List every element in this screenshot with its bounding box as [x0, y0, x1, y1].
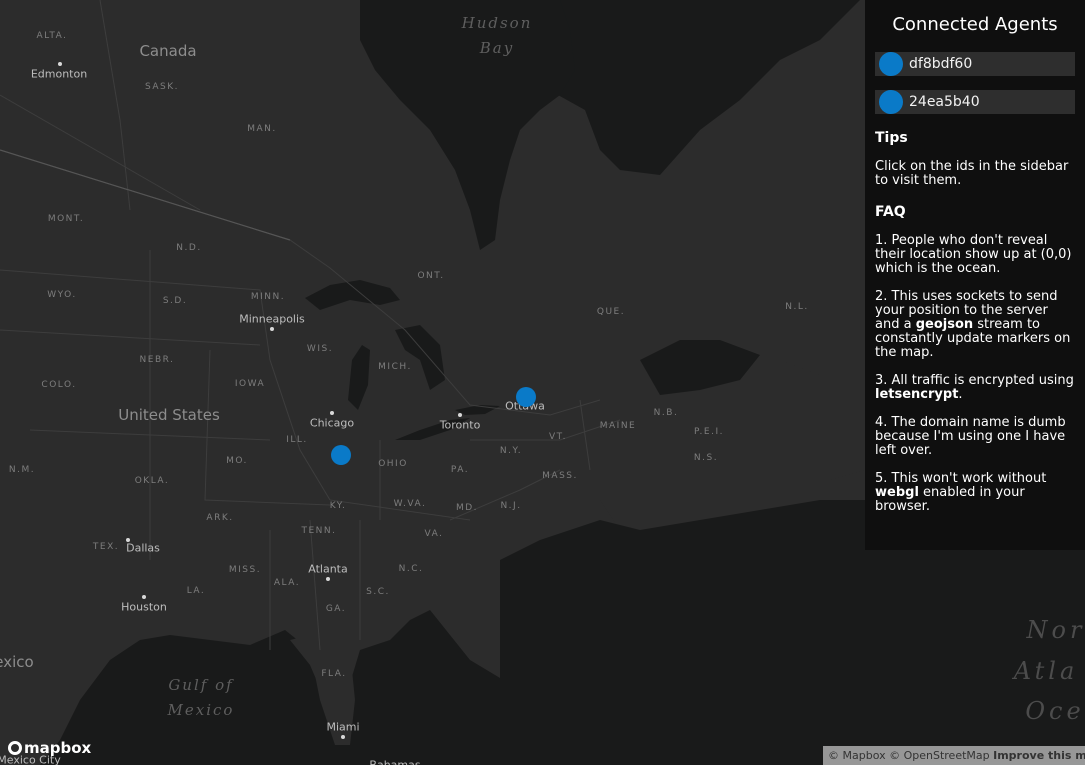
state-label: ALA. — [273, 578, 301, 588]
agent-list: df8bdf60 24ea5b40 — [875, 52, 1075, 114]
agent-marker[interactable] — [331, 445, 351, 465]
state-label: W.VA. — [393, 499, 427, 509]
mapbox-logo-text: mapbox — [24, 739, 92, 757]
state-label: P.E.I. — [694, 427, 724, 437]
attribution-osm-link[interactable]: © OpenStreetMap — [889, 749, 990, 762]
state-label: MD. — [455, 503, 479, 513]
mapbox-logo[interactable]: mapbox — [8, 739, 91, 757]
state-label: WYO. — [47, 290, 77, 300]
city-label: Bahamas — [369, 758, 421, 765]
state-label: ARK. — [206, 513, 234, 523]
faq-heading: FAQ — [875, 204, 906, 220]
state-label: SASK. — [144, 82, 180, 92]
country-label: United States — [118, 406, 220, 424]
attribution-improve-link[interactable]: Improve this map — [993, 749, 1085, 762]
state-label: N.J. — [500, 501, 522, 511]
attribution: © Mapbox © OpenStreetMap Improve this ma… — [823, 746, 1085, 765]
state-label: QUE. — [596, 307, 626, 317]
state-label: MAINE — [599, 421, 637, 431]
country-label: exico — [0, 653, 34, 671]
state-label: OKLA. — [134, 476, 170, 486]
state-label: VT. — [549, 432, 567, 442]
state-label: N.C. — [398, 564, 424, 574]
city-label: Edmonton — [30, 67, 88, 81]
sidebar: Connected Agents df8bdf60 24ea5b40 Tips … — [865, 0, 1085, 550]
state-label: N.S. — [693, 453, 719, 463]
state-label: TENN. — [301, 526, 337, 536]
state-label: MO. — [226, 456, 248, 466]
city-dot-icon — [326, 577, 330, 581]
agent-dot-icon — [879, 52, 903, 76]
state-label: ILL. — [286, 435, 308, 445]
city-dot-icon — [58, 62, 62, 66]
state-label: N.Y. — [499, 446, 523, 456]
state-label: VA. — [424, 529, 444, 539]
state-label: MICH. — [378, 362, 412, 372]
state-label: N.D. — [176, 243, 202, 253]
tips-text: Click on the ids in the sidebar to visit… — [875, 159, 1069, 188]
faq-item-4: 4. The domain name is dumb because I'm u… — [875, 415, 1066, 458]
atlantic-ocean — [500, 500, 865, 765]
city-label: Atlanta — [308, 562, 348, 576]
state-label: PA. — [450, 465, 470, 475]
water-label: Hudson — [461, 14, 533, 32]
sidebar-title: Connected Agents — [892, 14, 1058, 35]
state-label: MAN. — [247, 124, 277, 134]
state-label: ALTA. — [36, 31, 68, 41]
city-dot-icon — [270, 327, 274, 331]
state-label: KY. — [329, 501, 347, 511]
city-dot-icon — [330, 411, 334, 415]
water-label: Gulf of — [168, 676, 234, 694]
agent-dot-icon — [879, 90, 903, 114]
state-label: N.B. — [653, 408, 679, 418]
city-label: Miami — [326, 720, 360, 734]
agent-item[interactable]: df8bdf60 — [875, 52, 1075, 76]
faq-item-5: 5. This won't work without webgl enabled… — [875, 471, 1047, 514]
country-label: Canada — [139, 42, 197, 60]
city-label: Minneapolis — [239, 312, 305, 326]
state-label: NEBR. — [139, 355, 175, 365]
attribution-mapbox-link[interactable]: © Mapbox — [828, 749, 886, 762]
agent-id: 24ea5b40 — [909, 94, 980, 110]
state-label: N.M. — [8, 465, 36, 475]
state-label: IOWA — [234, 379, 266, 389]
faq-item-2: 2. This uses sockets to send your positi… — [875, 289, 1071, 360]
faq-item-3: 3. All traffic is encrypted using letsen… — [875, 373, 1074, 402]
state-label: MONT. — [47, 214, 85, 224]
state-label: COLO. — [41, 380, 77, 390]
state-label: S.C. — [366, 587, 390, 597]
state-label: MASS. — [542, 471, 578, 481]
city-label: Toronto — [439, 418, 481, 432]
agent-id: df8bdf60 — [909, 56, 973, 72]
tips-heading: Tips — [875, 130, 908, 146]
agent-marker[interactable] — [516, 387, 536, 407]
city-dot-icon — [341, 735, 345, 739]
state-label: FLA. — [321, 669, 347, 679]
city-label: Houston — [121, 600, 167, 614]
state-label: MINN. — [250, 292, 286, 302]
water-label: Bay — [479, 39, 515, 57]
mapbox-logo-icon — [8, 741, 22, 755]
state-label: ONT. — [417, 271, 445, 281]
state-label: TEX. — [92, 542, 120, 552]
water-label: Oce — [1025, 697, 1085, 725]
state-label: OHIO — [378, 459, 408, 469]
state-label: S.D. — [162, 296, 188, 306]
water-label: Mexico — [167, 701, 235, 719]
water-label: Nor — [1026, 616, 1085, 644]
state-label: N.L. — [785, 302, 809, 312]
state-label: GA. — [325, 604, 347, 614]
agent-item[interactable]: 24ea5b40 — [875, 90, 1075, 114]
city-label: Chicago — [309, 416, 355, 430]
city-label: Dallas — [126, 541, 160, 555]
state-label: MISS. — [228, 565, 262, 575]
city-dot-icon — [458, 413, 462, 417]
faq-item-1: 1. People who don't reveal their locatio… — [875, 233, 1072, 276]
city-dot-icon — [142, 595, 146, 599]
state-label: WIS. — [306, 344, 334, 354]
water-label: Atla — [1013, 657, 1079, 685]
state-label: LA. — [186, 586, 206, 596]
